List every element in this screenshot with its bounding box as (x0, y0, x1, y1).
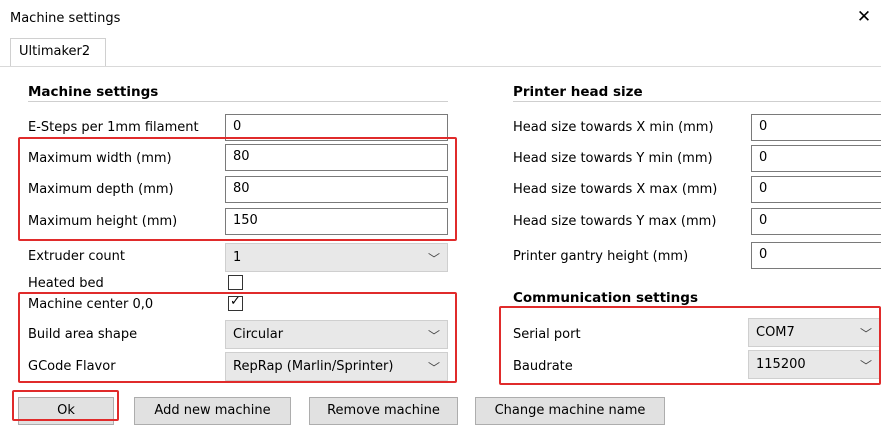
serial-port-label: Serial port (513, 327, 581, 342)
heated-bed-label: Heated bed (28, 276, 104, 291)
machine-settings-heading: Machine settings (28, 84, 159, 100)
head-y-min-label: Head size towards Y min (mm) (513, 151, 713, 166)
gantry-height-input[interactable]: 0 (751, 242, 881, 269)
machine-center-label: Machine center 0,0 (28, 297, 154, 312)
head-y-min-input[interactable]: 0 (751, 145, 881, 172)
tab-strip-divider (0, 66, 881, 67)
baudrate-value: 115200 (756, 357, 806, 372)
gcode-flavor-label: GCode Flavor (28, 359, 116, 374)
chevron-down-icon: ﹀ (427, 252, 440, 266)
max-width-label: Maximum width (mm) (28, 151, 172, 166)
chevron-down-icon: ﹀ (859, 327, 872, 341)
machine-center-checkbox[interactable]: ✓ (228, 294, 243, 311)
window-title: Machine settings (10, 11, 121, 26)
heated-bed-checkbox[interactable] (228, 275, 243, 290)
section-underline (513, 307, 881, 308)
serial-port-value: COM7 (756, 325, 795, 340)
esteps-label: E-Steps per 1mm filament (28, 120, 199, 135)
max-depth-input[interactable]: 80 (225, 176, 448, 203)
head-y-max-label: Head size towards Y max (mm) (513, 214, 717, 229)
chevron-down-icon: ﹀ (859, 359, 872, 373)
gcode-flavor-value: RepRap (Marlin/Sprinter) (233, 359, 394, 374)
extruder-count-select[interactable]: 1 ﹀ (225, 243, 448, 272)
esteps-input[interactable]: 0 (225, 114, 448, 141)
chevron-down-icon: ﹀ (427, 329, 440, 343)
gantry-height-label: Printer gantry height (mm) (513, 249, 689, 264)
head-x-min-label: Head size towards X min (mm) (513, 120, 714, 135)
close-icon[interactable]: ✕ (853, 6, 875, 28)
gcode-flavor-select[interactable]: RepRap (Marlin/Sprinter) ﹀ (225, 352, 448, 381)
extruder-count-value: 1 (233, 250, 242, 265)
tab-ultimaker2[interactable]: Ultimaker2 (10, 38, 106, 66)
head-x-max-label: Head size towards X max (mm) (513, 182, 718, 197)
chevron-down-icon: ﹀ (427, 361, 440, 375)
head-x-min-input[interactable]: 0 (751, 114, 881, 141)
check-icon: ✓ (230, 294, 241, 309)
build-area-shape-select[interactable]: Circular ﹀ (225, 320, 448, 349)
max-height-label: Maximum height (mm) (28, 214, 178, 229)
max-width-input[interactable]: 80 (225, 144, 448, 171)
baudrate-label: Baudrate (513, 359, 573, 374)
build-area-shape-label: Build area shape (28, 327, 138, 342)
section-underline (513, 101, 881, 102)
baudrate-select[interactable]: 115200 ﹀ (748, 350, 881, 379)
extruder-count-label: Extruder count (28, 249, 125, 264)
communication-heading: Communication settings (513, 290, 698, 306)
printer-head-heading: Printer head size (513, 84, 643, 100)
head-x-max-input[interactable]: 0 (751, 176, 881, 203)
head-y-max-input[interactable]: 0 (751, 208, 881, 235)
max-depth-label: Maximum depth (mm) (28, 182, 174, 197)
build-area-shape-value: Circular (233, 327, 284, 342)
serial-port-select[interactable]: COM7 ﹀ (748, 318, 881, 347)
max-height-input[interactable]: 150 (225, 208, 448, 235)
section-underline (28, 101, 448, 102)
